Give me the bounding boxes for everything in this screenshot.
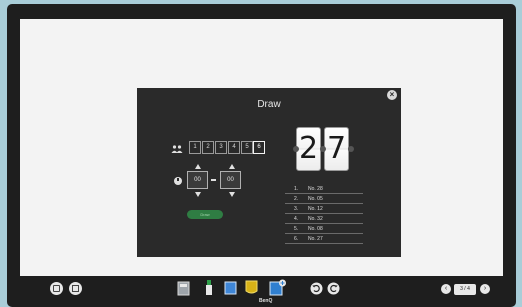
redo-icon[interactable] (327, 282, 340, 295)
exit-icon[interactable] (50, 282, 63, 295)
timer-icon (174, 177, 182, 185)
result-value: No. 28 (308, 186, 323, 192)
counter-ring (348, 146, 354, 152)
result-index: 6. (294, 236, 299, 242)
result-value: No. 27 (308, 236, 323, 242)
page-indicator: 3 / 4 (454, 284, 476, 295)
next-page-icon[interactable]: › (480, 284, 490, 294)
list-item: 5. No. 08 (285, 224, 363, 234)
draw-dialog: Draw × 1 2 3 4 5 6 00 00 Draw 2 7 1. No. … (137, 88, 401, 257)
brand-logo: BenQ (259, 298, 273, 304)
range-from-field[interactable]: 00 (187, 171, 208, 189)
result-value: No. 05 (308, 196, 323, 202)
people-option-2[interactable]: 2 (202, 141, 214, 154)
people-option-4[interactable]: 4 (228, 141, 240, 154)
eraser-icon[interactable] (177, 281, 190, 296)
whiteboard-icon[interactable] (224, 281, 237, 295)
result-value: No. 08 (308, 226, 323, 232)
from-decrement-icon[interactable] (195, 192, 201, 197)
to-increment-icon[interactable] (229, 164, 235, 169)
prev-page-icon[interactable]: ‹ (441, 284, 451, 294)
people-option-3[interactable]: 3 (215, 141, 227, 154)
result-index: 4. (294, 216, 299, 222)
result-index: 3. (294, 206, 299, 212)
results-list: 1. No. 28 2. No. 05 3. No. 12 4. No. 32 5. No… (285, 184, 363, 244)
dialog-title: Draw (257, 99, 281, 110)
result-index: 5. (294, 226, 299, 232)
flip-counter: 2 7 (293, 127, 354, 171)
result-index: 1. (294, 186, 299, 192)
range-dash (211, 179, 216, 181)
list-item: 4. No. 32 (285, 214, 363, 224)
list-item: 3. No. 12 (285, 204, 363, 214)
save-icon[interactable] (69, 282, 82, 295)
draw-button[interactable]: Draw (187, 210, 223, 219)
counter-ring (320, 146, 326, 152)
result-value: No. 12 (308, 206, 323, 212)
people-icon (171, 145, 183, 153)
toolbox-icon[interactable] (244, 279, 259, 296)
counter-digit-tens: 2 (296, 127, 321, 171)
taskbar: BenQ ‹ 3 / 4 › (27, 278, 497, 304)
list-item: 1. No. 28 (285, 184, 363, 194)
add-page-icon[interactable] (269, 279, 287, 296)
close-icon[interactable]: × (387, 90, 397, 100)
from-increment-icon[interactable] (195, 164, 201, 169)
people-option-5[interactable]: 5 (241, 141, 253, 154)
counter-digit-ones: 7 (324, 127, 349, 171)
to-decrement-icon[interactable] (229, 192, 235, 197)
people-option-1[interactable]: 1 (189, 141, 201, 154)
result-index: 2. (294, 196, 299, 202)
list-item: 6. No. 27 (285, 234, 363, 244)
marker-icon[interactable] (205, 279, 213, 296)
result-value: No. 32 (308, 216, 323, 222)
undo-icon[interactable] (310, 282, 323, 295)
counter-ring (293, 146, 299, 152)
range-to-field[interactable]: 00 (220, 171, 241, 189)
people-option-6[interactable]: 6 (253, 141, 265, 154)
list-item: 2. No. 05 (285, 194, 363, 204)
